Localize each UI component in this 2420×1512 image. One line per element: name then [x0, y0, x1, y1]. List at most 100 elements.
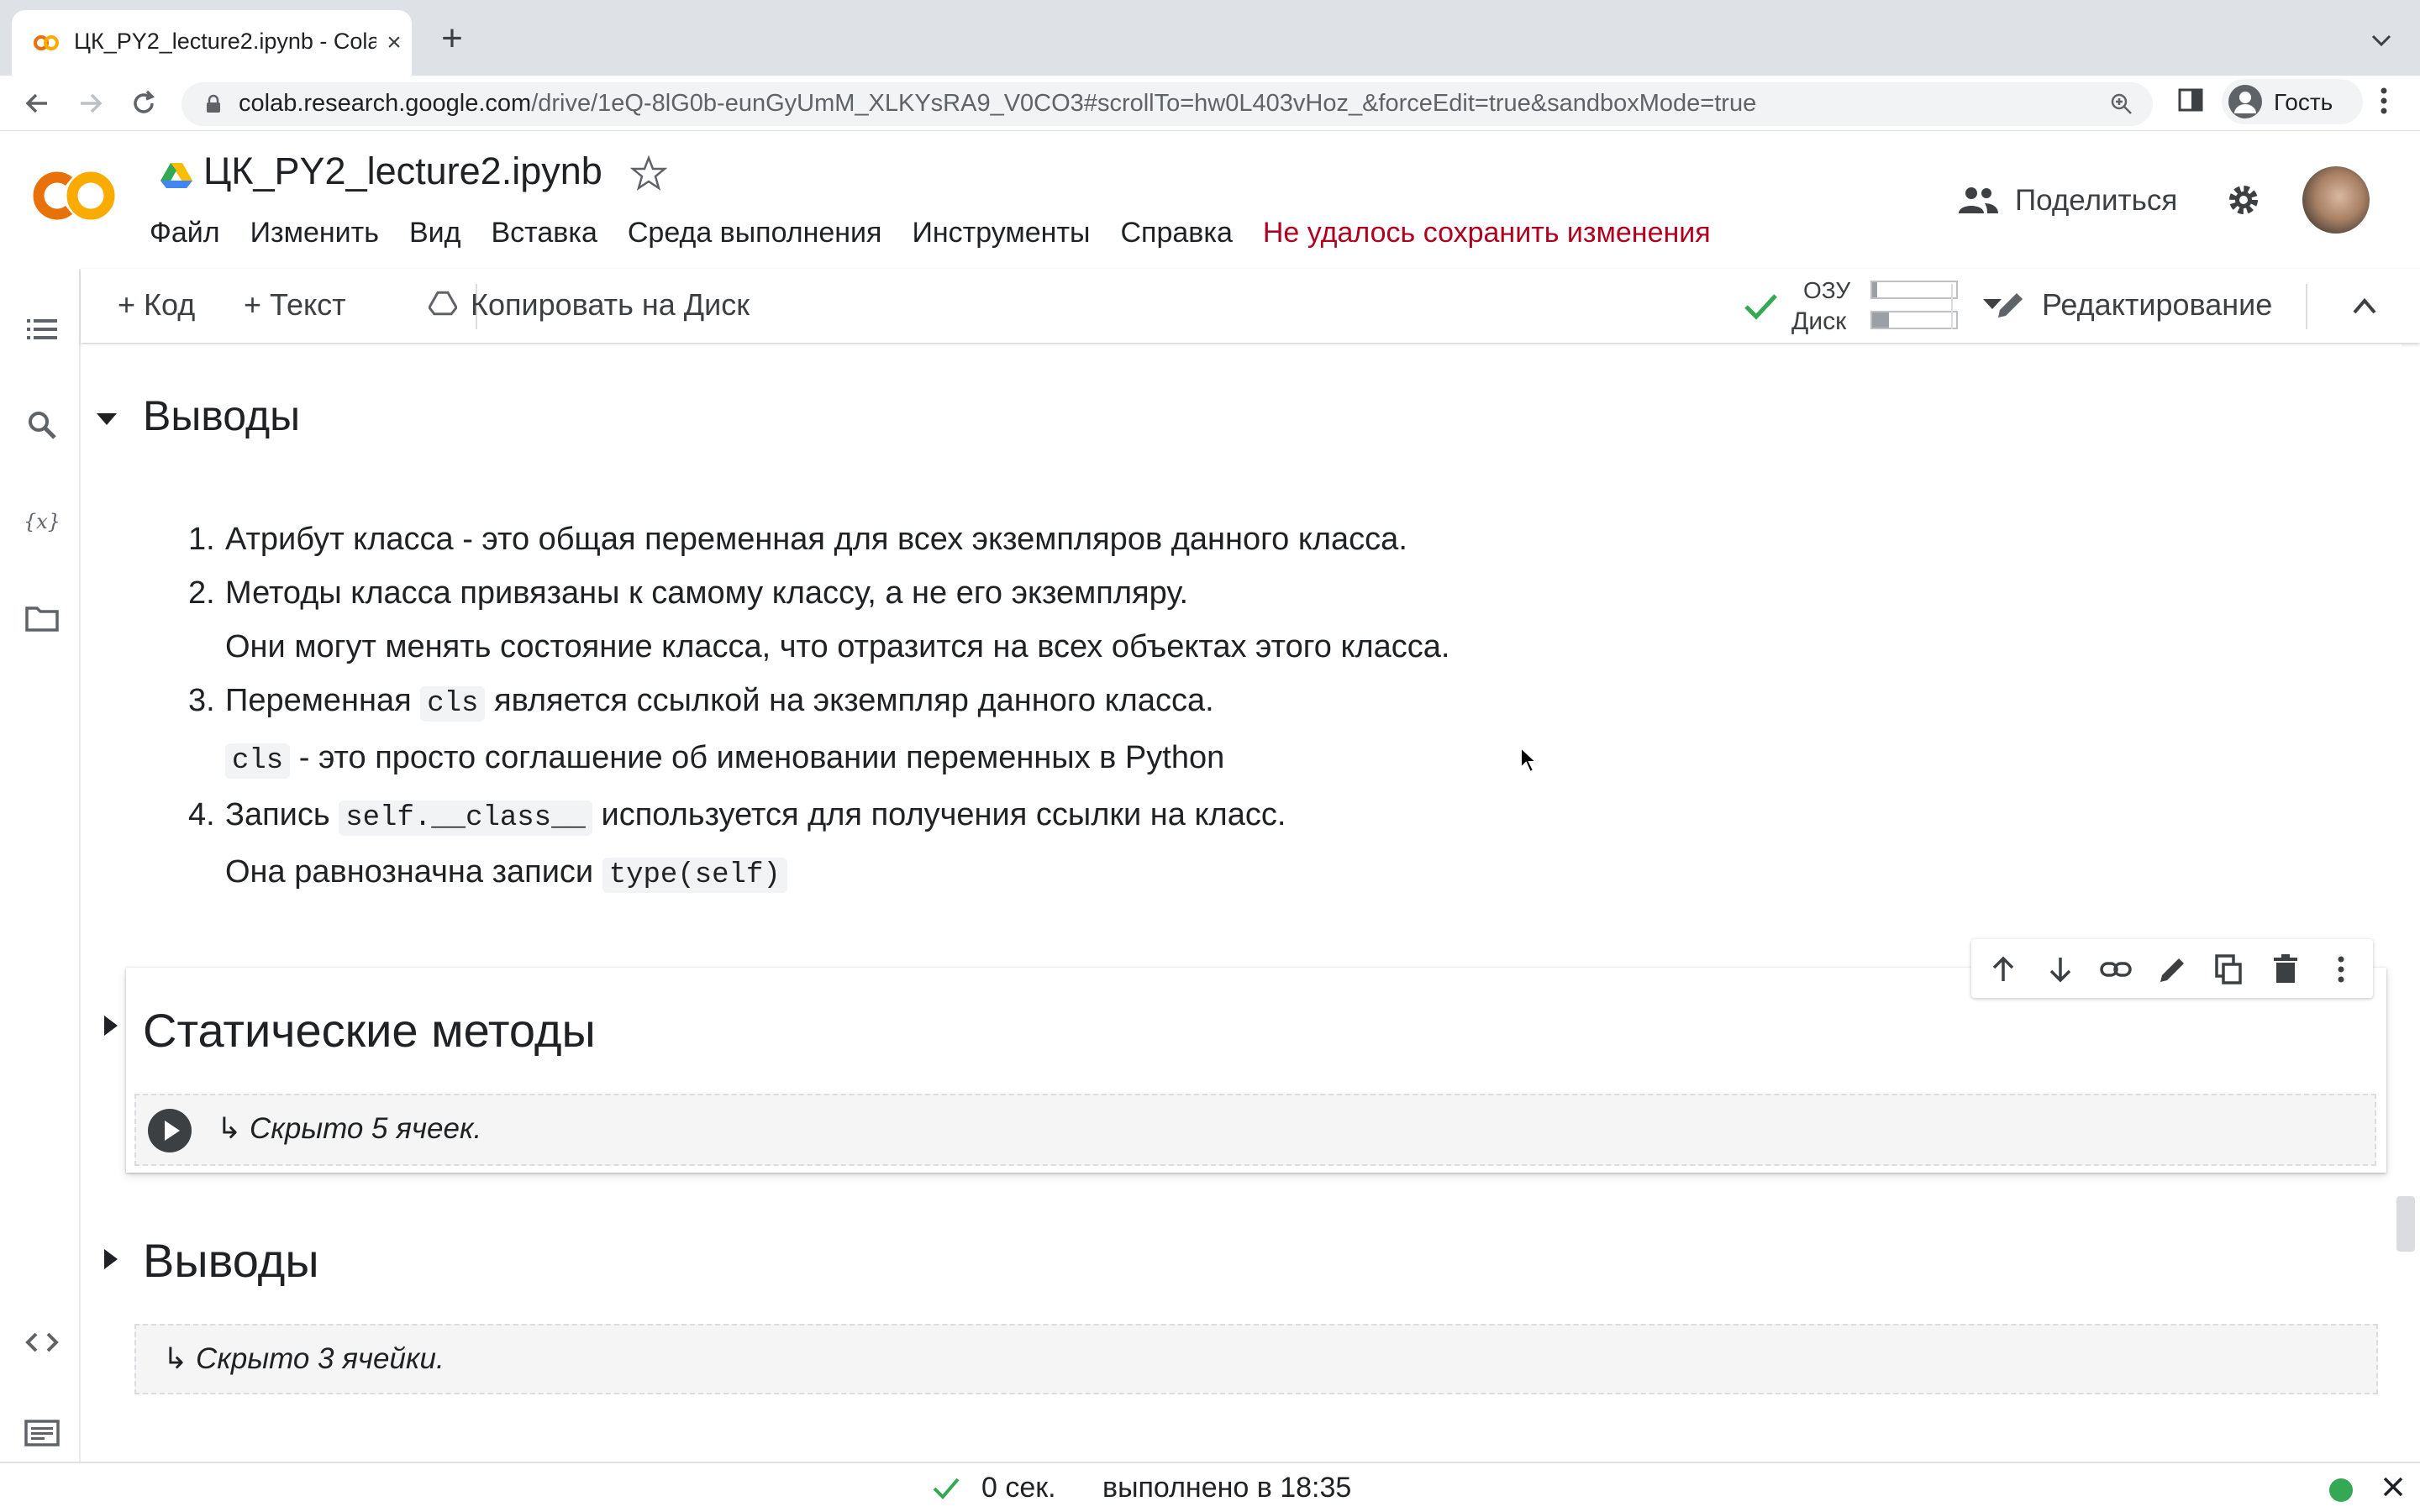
list-item: 1. Атрибут класса - это общая переменная… — [188, 512, 1906, 566]
mirror-cell-icon[interactable] — [2212, 953, 2245, 986]
text-fragment: используется для получения ссылки на кла… — [592, 797, 1286, 832]
search-icon[interactable] — [24, 407, 60, 444]
forward-arrow-icon[interactable] — [71, 84, 109, 123]
notebook-toolbar: + Код + Текст Копировать на Диск ОЗУ Дис… — [81, 269, 2420, 343]
section-expand-caret-icon[interactable] — [99, 1013, 121, 1038]
hidden-cells-bar[interactable]: ↳ Скрыто 5 ячеек. — [134, 1094, 2376, 1166]
move-up-arrow-icon[interactable] — [1986, 953, 2020, 986]
profile-name: Гость — [2274, 89, 2333, 115]
menu-bar: Файл Изменить Вид Вставка Среда выполнен… — [150, 217, 1741, 252]
delete-trash-icon[interactable] — [2269, 953, 2302, 986]
menu-help[interactable]: Справка — [1120, 217, 1232, 252]
pencil-icon — [1998, 293, 2023, 318]
run-section-button[interactable] — [148, 1109, 192, 1152]
tab-search-chevron-icon[interactable] — [2366, 25, 2396, 55]
share-button[interactable]: Поделиться — [2015, 184, 2177, 218]
url-host: colab.research.google.com — [239, 90, 532, 117]
svg-text:{x}: {x} — [24, 510, 60, 533]
new-tab-button[interactable]: + — [434, 20, 471, 59]
disk-label[interactable]: Диск — [1791, 307, 1846, 336]
execution-check-icon — [933, 1478, 960, 1499]
google-drive-icon[interactable] — [160, 161, 193, 190]
address-bar[interactable]: colab.research.google.com/drive/1eQ-8lG0… — [182, 82, 2153, 126]
list-text: Атрибут класса - это общая переменная дл… — [225, 522, 1407, 557]
list-text: Методы класса привязаны к самому классу,… — [225, 575, 1189, 611]
more-options-icon[interactable] — [2324, 953, 2358, 986]
user-avatar[interactable] — [2302, 166, 2370, 234]
close-status-icon[interactable] — [2380, 1473, 2407, 1500]
menu-view[interactable]: Вид — [409, 217, 461, 252]
notebook-content: Выводы 1. Атрибут класса - это общая пер… — [82, 344, 2402, 1462]
save-failed-warning[interactable]: Не удалось сохранить изменения — [1263, 217, 1711, 252]
terminal-icon[interactable] — [24, 1415, 60, 1452]
list-text: cls - это просто соглашение об именовани… — [225, 731, 1906, 788]
section-heading: Выводы — [143, 1234, 319, 1287]
list-text: Они могут менять состояние класса, что о… — [225, 629, 1450, 664]
colab-favicon-icon — [34, 35, 59, 50]
text-fragment: Она равнозначна записи — [225, 854, 602, 890]
menu-file[interactable]: Файл — [150, 217, 220, 252]
selected-text-cell[interactable]: Статические методы ↳ Скрыто 5 ячеек. — [104, 968, 2386, 1173]
hidden-cells-bar[interactable]: ↳ Скрыто 3 ячейки. — [134, 1324, 2378, 1394]
list-item: 2. Методы класса привязаны к самому клас… — [188, 566, 1906, 674]
ram-label[interactable]: ОЗУ — [1803, 277, 1850, 304]
ram-usage-bar[interactable] — [1870, 281, 1958, 299]
browser-tab[interactable]: ЦК_PY2_lecture2.ipynb - Colab × — [12, 10, 412, 76]
inline-code: type(self) — [602, 858, 787, 893]
reload-icon[interactable] — [124, 84, 163, 123]
text-fragment: Запись — [225, 797, 339, 832]
url-path: /drive/1eQ-8lG0b-eunGyUmM_XLKYsRA9_V0CO3… — [531, 90, 1757, 117]
menu-insert[interactable]: Вставка — [491, 217, 597, 252]
browser-menu-icon[interactable] — [2371, 84, 2396, 118]
execution-time: 0 сек. — [981, 1472, 1056, 1504]
menu-runtime[interactable]: Среда выполнения — [628, 217, 882, 252]
move-down-arrow-icon[interactable] — [2044, 953, 2077, 986]
add-text-button[interactable]: + Текст — [244, 287, 346, 323]
copy-to-drive-button[interactable]: Копировать на Диск — [471, 287, 750, 323]
colab-logo-icon[interactable] — [29, 166, 118, 225]
lock-icon[interactable] — [203, 94, 224, 114]
hidden-cells-label[interactable]: ↳ Скрыто 3 ячейки. — [163, 1342, 445, 1376]
side-panel-icon[interactable] — [2176, 86, 2205, 114]
summary-list: 1. Атрибут класса - это общая переменная… — [188, 512, 1906, 902]
settings-gear-icon[interactable] — [2223, 180, 2264, 220]
list-number: 2. — [188, 575, 215, 611]
mouse-cursor-icon — [1520, 746, 1538, 774]
menu-edit[interactable]: Изменить — [250, 217, 379, 252]
zoom-icon[interactable] — [2109, 92, 2134, 117]
add-code-button[interactable]: + Код — [118, 287, 195, 323]
star-icon[interactable] — [630, 155, 667, 192]
toolbar-divider — [2306, 284, 2307, 329]
table-of-contents-icon[interactable] — [24, 311, 60, 348]
link-icon[interactable] — [2099, 953, 2133, 986]
notebook-title[interactable]: ЦК_PY2_lecture2.ipynb — [203, 150, 602, 193]
toolbar-divider — [1951, 284, 1953, 329]
variables-icon[interactable]: {x} — [24, 502, 60, 539]
list-item: 3. Переменная cls является ссылкой на эк… — [188, 674, 1906, 788]
runtime-connected-check-icon[interactable] — [1741, 287, 1780, 324]
url-text[interactable]: colab.research.google.com/drive/1eQ-8lG0… — [239, 90, 1756, 118]
edit-pencil-icon[interactable] — [2156, 953, 2190, 986]
section-collapse-caret-icon[interactable] — [94, 407, 119, 432]
edit-mode-button[interactable]: Редактирование — [2042, 287, 2272, 323]
play-icon — [165, 1121, 180, 1141]
share-people-icon[interactable] — [1956, 183, 2000, 217]
hidden-cells-label[interactable]: ↳ Скрыто 5 ячеек. — [217, 1112, 481, 1146]
section-heading: Выводы — [143, 392, 301, 439]
disk-usage-bar[interactable] — [1870, 311, 1958, 329]
code-snippets-icon[interactable] — [24, 1324, 60, 1361]
chevron-up-icon[interactable] — [2349, 294, 2380, 318]
profile-button[interactable]: Гость — [2222, 79, 2363, 124]
runtime-status-dot — [2329, 1478, 2353, 1502]
menu-tools[interactable]: Инструменты — [912, 217, 1090, 252]
scrollbar-thumb[interactable] — [2396, 1196, 2415, 1252]
back-arrow-icon[interactable] — [18, 84, 57, 123]
ram-usage-fill — [1872, 282, 1877, 297]
tab-close-icon[interactable]: × — [381, 30, 407, 55]
files-folder-icon[interactable] — [24, 600, 60, 637]
cell-toolbar — [1971, 939, 2373, 998]
text-fragment: является ссылкой на экземпляр данного кл… — [485, 683, 1214, 718]
execution-completed: выполнено в 18:35 — [1102, 1472, 1352, 1504]
section-expand-caret-icon[interactable] — [99, 1247, 121, 1272]
tab-title: ЦК_PY2_lecture2.ipynb - Colab — [74, 29, 376, 54]
